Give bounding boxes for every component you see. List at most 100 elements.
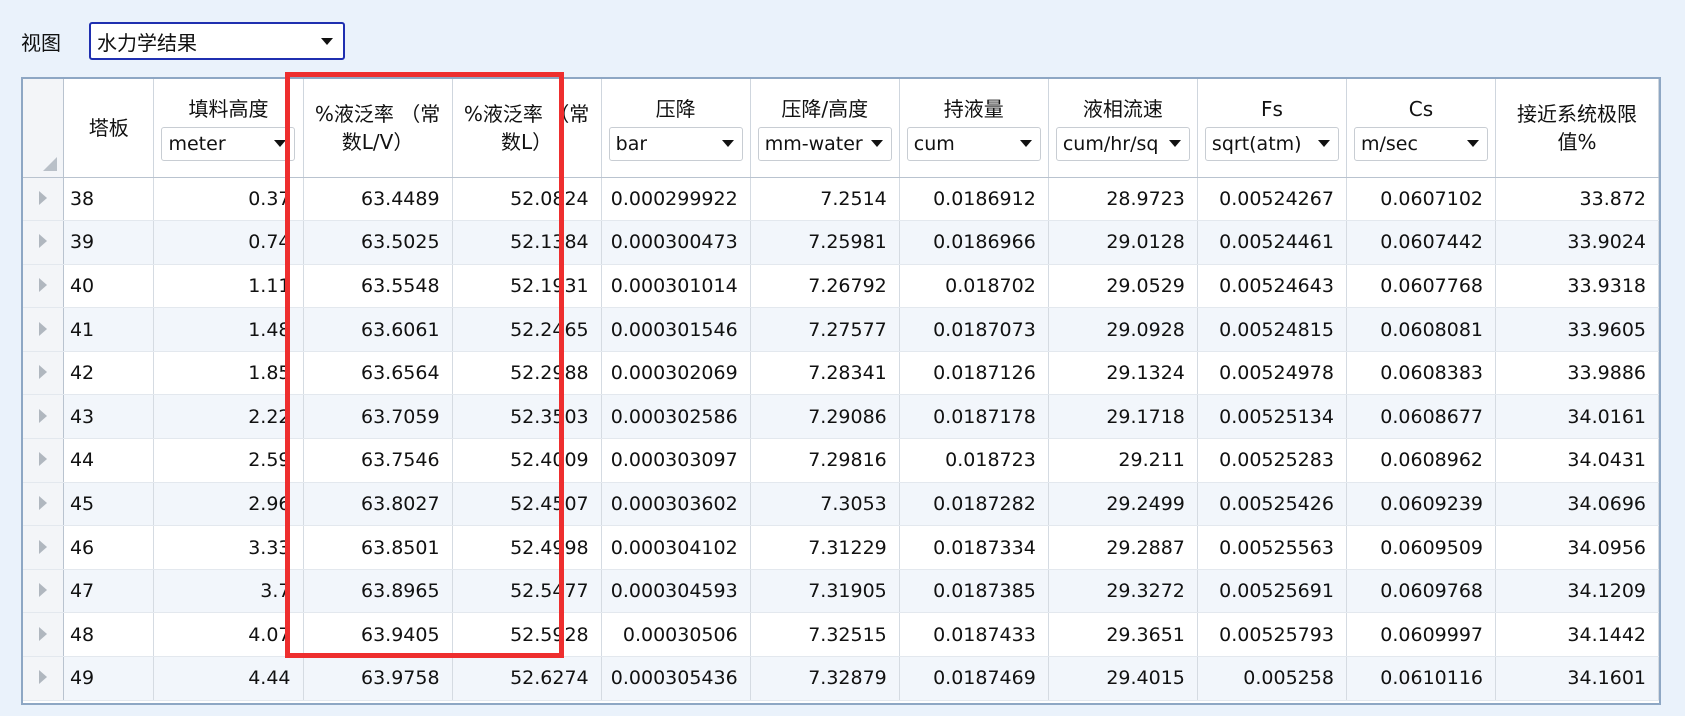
column-header-4[interactable]: 压降 bar [601,79,751,178]
column-header-7[interactable]: 液相流速 cum/hr/sq [1048,79,1198,178]
table-cell[interactable]: 52.2465 [452,307,602,352]
column-header-3[interactable]: %液泛率 （常数L） [452,79,602,178]
row-header[interactable] [23,177,64,222]
table-row[interactable]: 38 0.37 63.4489 52.0824 0.000299922 7.2514 0.0… [23,177,1659,222]
table-cell[interactable]: 63.6564 [303,351,453,396]
row-header[interactable] [23,482,64,527]
table-cell[interactable]: 40 [63,264,155,309]
table-cell[interactable]: 63.6061 [303,307,453,352]
table-cell[interactable]: 1.85 [153,351,304,396]
table-cell[interactable]: 38 [63,177,155,222]
row-header[interactable] [23,612,64,658]
table-cell[interactable]: 0.018723 [899,438,1049,483]
table-cell[interactable]: 2.59 [153,438,304,483]
table-cell[interactable]: 46 [63,525,155,570]
table-cell[interactable]: 0.0187334 [899,525,1049,570]
table-cell[interactable]: 63.8501 [303,525,453,570]
table-cell[interactable]: 39 [63,220,155,265]
table-cell[interactable]: 63.7059 [303,394,453,440]
table-cell[interactable]: 1.11 [153,264,304,309]
row-header[interactable] [23,220,64,265]
table-cell[interactable]: 52.1931 [452,264,602,309]
table-cell[interactable]: 0.00524815 [1197,307,1347,352]
table-cell[interactable]: 52.4009 [452,438,602,483]
table-cell[interactable]: 0.000301546 [601,307,751,352]
table-cell[interactable]: 0.0187126 [899,351,1049,396]
table-cell[interactable]: 7.32879 [750,656,900,701]
view-dropdown[interactable]: 水力学结果 [89,22,345,60]
table-cell[interactable]: 52.0824 [452,177,602,222]
table-row[interactable]: 43 2.22 63.7059 52.3503 0.000302586 7.29086 0.… [23,394,1659,440]
table-cell[interactable]: 52.6274 [452,656,602,701]
table-row[interactable]: 39 0.74 63.5025 52.1384 0.000300473 7.25981 0.… [23,220,1659,265]
table-cell[interactable]: 0.0186912 [899,177,1049,222]
table-cell[interactable]: 42 [63,351,155,396]
table-row[interactable]: 41 1.48 63.6061 52.2465 0.000301546 7.27577 0.… [23,307,1659,352]
table-cell[interactable]: 34.0696 [1495,482,1659,527]
table-cell[interactable]: 0.0609239 [1346,482,1497,527]
table-cell[interactable]: 44 [63,438,155,483]
table-cell[interactable]: 29.0928 [1048,307,1198,352]
table-cell[interactable]: 0.0609509 [1346,525,1497,570]
row-header[interactable] [23,438,64,483]
table-cell[interactable]: 34.0956 [1495,525,1659,570]
table-cell[interactable]: 1.48 [153,307,304,352]
column-header-9[interactable]: Cs m/sec [1346,79,1497,178]
table-row[interactable]: 44 2.59 63.7546 52.4009 0.000303097 7.29816 0.… [23,438,1659,483]
table-cell[interactable]: 63.5025 [303,220,453,265]
table-cell[interactable]: 45 [63,482,155,527]
select-all-corner[interactable] [23,79,64,178]
table-cell[interactable]: 0.0187385 [899,569,1049,614]
table-cell[interactable]: 29.4015 [1048,656,1198,701]
row-header[interactable] [23,569,64,614]
unit-dropdown[interactable]: cum [906,126,1041,161]
table-cell[interactable]: 7.26792 [750,264,900,309]
table-cell[interactable]: 0.00525793 [1197,612,1347,658]
table-cell[interactable]: 29.3651 [1048,612,1198,658]
table-cell[interactable]: 29.2499 [1048,482,1198,527]
table-cell[interactable]: 0.00524643 [1197,264,1347,309]
column-header-1[interactable]: 填料高度 meter [153,79,304,178]
table-cell[interactable]: 63.4489 [303,177,453,222]
column-header-8[interactable]: Fs sqrt(atm) [1197,79,1347,178]
table-cell[interactable]: 63.8965 [303,569,453,614]
table-cell[interactable]: 0.00525283 [1197,438,1347,483]
table-cell[interactable]: 63.9405 [303,612,453,658]
table-cell[interactable]: 29.1324 [1048,351,1198,396]
table-cell[interactable]: 52.4507 [452,482,602,527]
table-cell[interactable]: 63.5548 [303,264,453,309]
table-cell[interactable]: 34.1209 [1495,569,1659,614]
unit-dropdown[interactable]: cum/hr/sq [1055,126,1190,161]
table-cell[interactable]: 7.32515 [750,612,900,658]
table-row[interactable]: 42 1.85 63.6564 52.2988 0.000302069 7.28341 0.… [23,351,1659,396]
table-row[interactable]: 49 4.44 63.9758 52.6274 0.000305436 7.32879 0.… [23,656,1659,701]
table-cell[interactable]: 0.000299922 [601,177,751,222]
table-cell[interactable]: 7.28341 [750,351,900,396]
table-cell[interactable]: 0.0608677 [1346,394,1497,440]
row-header[interactable] [23,394,64,440]
table-cell[interactable]: 3.7 [153,569,304,614]
table-cell[interactable]: 0.000303602 [601,482,751,527]
table-cell[interactable]: 7.27577 [750,307,900,352]
table-cell[interactable]: 43 [63,394,155,440]
table-cell[interactable]: 0.0187282 [899,482,1049,527]
table-cell[interactable]: 0.0608962 [1346,438,1497,483]
table-cell[interactable]: 52.5477 [452,569,602,614]
table-cell[interactable]: 0.00525134 [1197,394,1347,440]
table-cell[interactable]: 0.0609997 [1346,612,1497,658]
row-header[interactable] [23,351,64,396]
unit-dropdown[interactable]: sqrt(atm) [1204,126,1339,161]
table-cell[interactable]: 0.018702 [899,264,1049,309]
row-header[interactable] [23,656,64,701]
table-row[interactable]: 48 4.07 63.9405 52.5928 0.00030506 7.32515 0.0… [23,612,1659,658]
table-cell[interactable]: 28.9723 [1048,177,1198,222]
table-cell[interactable]: 34.0161 [1495,394,1659,440]
unit-dropdown[interactable]: m/sec [1353,126,1488,161]
column-header-10[interactable]: 接近系统极限值% [1495,79,1659,178]
table-cell[interactable]: 0.000302069 [601,351,751,396]
table-cell[interactable]: 0.000304102 [601,525,751,570]
table-cell[interactable]: 0.000301014 [601,264,751,309]
unit-dropdown[interactable]: meter [161,126,296,161]
table-row[interactable]: 46 3.33 63.8501 52.4998 0.000304102 7.31229 0.… [23,525,1659,570]
table-cell[interactable]: 0.0608383 [1346,351,1497,396]
